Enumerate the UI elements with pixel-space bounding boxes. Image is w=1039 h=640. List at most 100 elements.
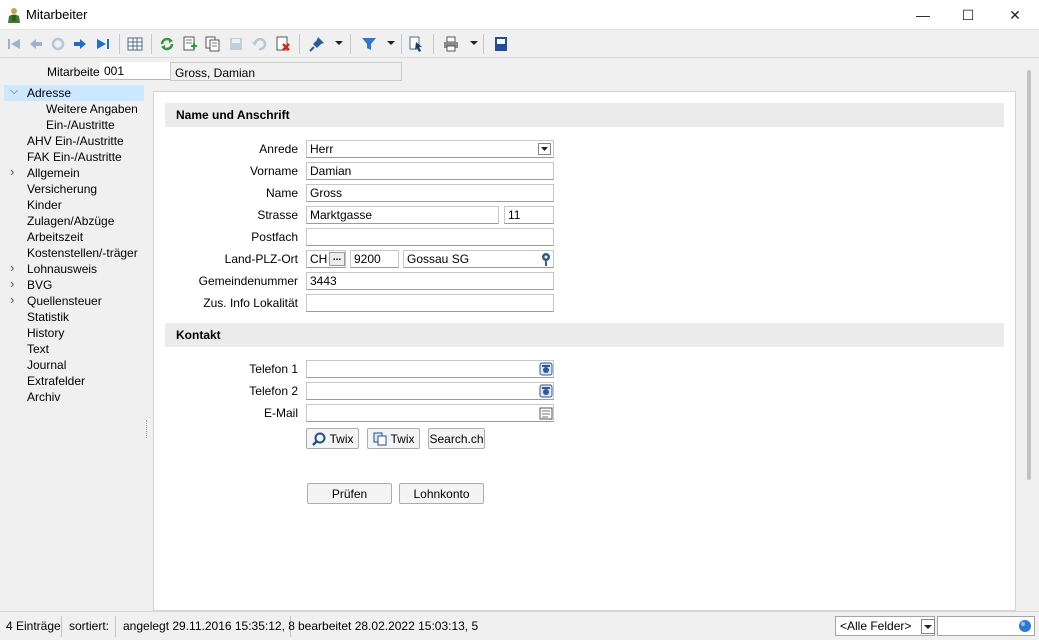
first-record-icon[interactable]	[3, 33, 25, 55]
new-record-icon[interactable]	[179, 33, 201, 55]
copy-record-icon[interactable]	[202, 33, 224, 55]
status-created: angelegt 29.11.2016 15:35:12, 8	[117, 616, 295, 637]
tree-item[interactable]: Extrafelder	[4, 373, 144, 389]
export-icon[interactable]	[490, 33, 512, 55]
map-pin-icon[interactable]	[538, 251, 554, 267]
telefon2-field[interactable]	[306, 382, 554, 400]
chevron-down-icon[interactable]	[921, 619, 935, 634]
field-filter-value: <Alle Felder>	[840, 619, 912, 633]
table-view-icon[interactable]	[124, 33, 146, 55]
tree-item-label: Allgemein	[27, 166, 80, 180]
filter-icon[interactable]	[358, 33, 380, 55]
pin-dropdown-icon[interactable]	[335, 41, 343, 45]
chevron-right-icon[interactable]: ›	[10, 260, 14, 276]
strasse-field[interactable]: Marktgasse	[306, 206, 499, 224]
tree-item[interactable]: Versicherung	[4, 181, 144, 197]
section-header-contact: Kontakt	[165, 323, 1004, 347]
reload-icon[interactable]	[156, 33, 178, 55]
save-icon[interactable]	[225, 33, 247, 55]
zus-info-label: Zus. Info Lokalität	[203, 296, 298, 310]
gemeindenummer-label: Gemeindenummer	[198, 274, 298, 288]
tree-item-label: Weitere Angaben	[46, 102, 138, 116]
telefon1-field[interactable]	[306, 360, 554, 378]
status-count: 4 Einträge	[0, 616, 62, 637]
print-icon[interactable]	[440, 33, 462, 55]
email-field[interactable]	[306, 404, 554, 422]
tree-item-label: Adresse	[27, 86, 72, 100]
globe-icon[interactable]	[1018, 619, 1032, 636]
phone-icon[interactable]	[538, 361, 554, 377]
tree-item[interactable]: › BVG	[4, 276, 144, 293]
chevron-right-icon[interactable]: ›	[10, 276, 14, 292]
twix-search-button[interactable]: Twix	[306, 428, 359, 449]
twix-copy-button[interactable]: Twix	[367, 428, 420, 449]
tree-item[interactable]: Zulagen/Abzüge	[4, 213, 144, 229]
postfach-field[interactable]	[306, 228, 554, 246]
tree-item[interactable]: History	[4, 325, 144, 341]
tree-item-label: FAK Ein-/Austritte	[27, 150, 122, 164]
tree-item[interactable]: › Quellensteuer	[4, 292, 144, 309]
anrede-select[interactable]: Herr	[306, 140, 554, 158]
name-field[interactable]: Gross	[306, 184, 554, 202]
print-dropdown-icon[interactable]	[470, 41, 478, 45]
minimize-icon: —	[916, 7, 930, 23]
phone-icon[interactable]	[538, 383, 554, 399]
lohnkonto-button[interactable]: Lohnkonto	[399, 483, 484, 504]
tree-item[interactable]: Weitere Angaben	[4, 101, 144, 117]
tree-item[interactable]: Kostenstellen/-träger	[4, 245, 144, 261]
delete-icon[interactable]	[272, 33, 294, 55]
minimize-button[interactable]: —	[900, 0, 946, 30]
zus-info-field[interactable]	[306, 294, 554, 312]
chevron-right-icon[interactable]: ›	[10, 292, 14, 308]
app-icon	[7, 7, 21, 23]
status-search-input[interactable]	[937, 616, 1035, 636]
search-ch-button[interactable]: Search.ch	[428, 428, 485, 449]
tree-item[interactable]: ⌵ Adresse	[4, 85, 144, 101]
scrollbar-thumb[interactable]	[1027, 70, 1031, 480]
prev-record-icon[interactable]	[25, 33, 47, 55]
bookmark-icon[interactable]	[405, 33, 427, 55]
next-record-icon[interactable]	[69, 33, 91, 55]
close-button[interactable]: ✕	[992, 0, 1038, 30]
maximize-button[interactable]: ☐	[945, 0, 991, 30]
filter-dropdown-icon[interactable]	[387, 41, 395, 45]
email-label: E-Mail	[263, 406, 298, 420]
tree-item[interactable]: › Lohnausweis	[4, 260, 144, 277]
refresh-disabled-icon[interactable]	[47, 33, 69, 55]
anrede-value: Herr	[310, 142, 334, 156]
tree-item-label: Quellensteuer	[27, 294, 102, 308]
vorname-field[interactable]: Damian	[306, 162, 554, 180]
house-number-field[interactable]: 11	[504, 206, 554, 224]
land-lookup-button[interactable]: ...	[329, 252, 345, 266]
tree-item[interactable]: Archiv	[4, 389, 144, 405]
tree-item[interactable]: Journal	[4, 357, 144, 373]
last-record-icon[interactable]	[92, 33, 114, 55]
splitter-handle[interactable]	[146, 420, 149, 438]
pin-icon[interactable]	[306, 33, 328, 55]
tree-item[interactable]: › Allgemein	[4, 164, 144, 181]
ort-value: Gossau SG	[407, 252, 470, 266]
gemeindenummer-field[interactable]: 3443	[306, 272, 554, 290]
field-filter-select[interactable]: <Alle Felder>	[835, 616, 935, 636]
tree-item[interactable]: AHV Ein-/Austritte	[4, 133, 144, 149]
chevron-down-icon[interactable]: ⌵	[10, 83, 18, 99]
tree-item[interactable]: Statistik	[4, 309, 144, 325]
pruefen-button[interactable]: Prüfen	[307, 483, 392, 504]
tree-item[interactable]: Ein-/Austritte	[4, 117, 144, 133]
tree-item[interactable]: Arbeitszeit	[4, 229, 144, 245]
ort-field[interactable]: Gossau SG	[403, 250, 554, 268]
postfach-label: Postfach	[251, 230, 298, 244]
tree-item[interactable]: FAK Ein-/Austritte	[4, 149, 144, 165]
tree-item[interactable]: Text	[4, 341, 144, 357]
tree-item[interactable]: Kinder	[4, 197, 144, 213]
undo-icon[interactable]	[248, 33, 270, 55]
telefon1-label: Telefon 1	[249, 362, 298, 376]
maximize-icon: ☐	[961, 6, 975, 23]
chevron-down-icon[interactable]	[538, 143, 551, 155]
tree-item-label: AHV Ein-/Austritte	[27, 134, 124, 148]
plz-field[interactable]: 9200	[350, 250, 399, 268]
employee-id-field[interactable]: 001	[100, 62, 170, 80]
mail-icon[interactable]	[538, 405, 554, 421]
tree-item-label: Statistik	[27, 310, 70, 324]
chevron-right-icon[interactable]: ›	[10, 164, 14, 180]
